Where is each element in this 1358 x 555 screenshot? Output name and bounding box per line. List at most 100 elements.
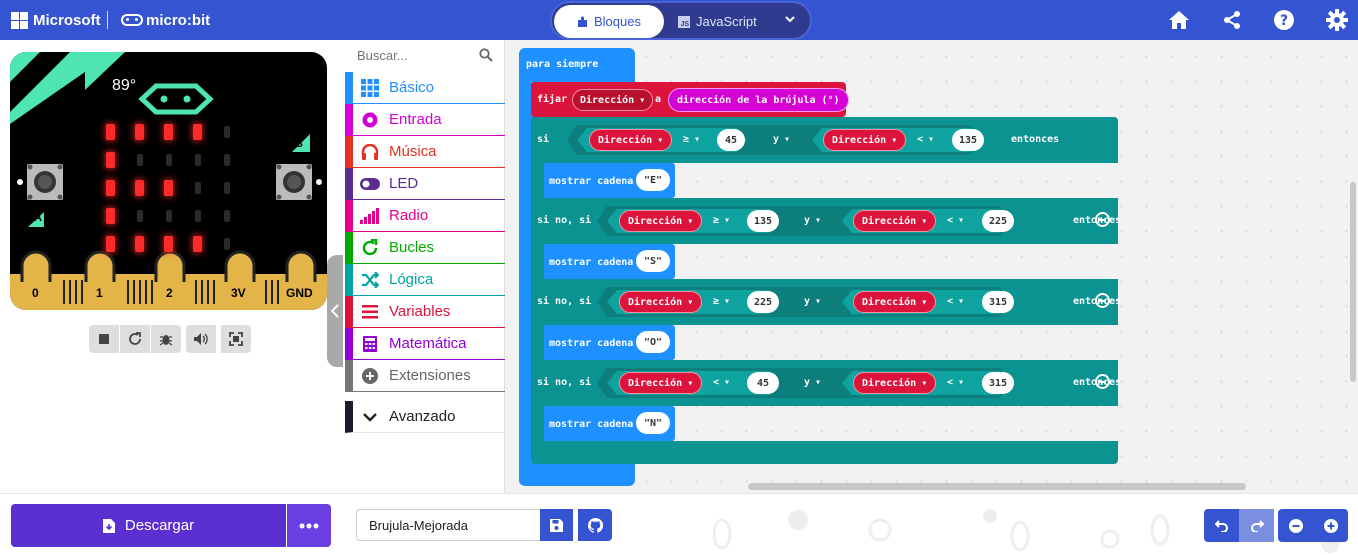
pin-3v-label[interactable]: 3V xyxy=(231,286,246,300)
variable-dropdown[interactable]: Dirección xyxy=(572,89,654,111)
and-dropdown[interactable]: y xyxy=(804,377,821,388)
category-extensions[interactable]: Extensiones xyxy=(345,360,505,392)
led-pixel xyxy=(195,154,201,166)
category-loops[interactable]: Bucles xyxy=(345,232,505,264)
operator-dropdown[interactable]: ≥ xyxy=(713,215,730,226)
input-icon xyxy=(360,110,380,130)
operator-dropdown[interactable]: < xyxy=(947,215,964,226)
led-pixel xyxy=(166,154,172,166)
search-icon[interactable] xyxy=(479,48,493,62)
collapse-simulator-button[interactable] xyxy=(327,255,343,367)
number-input[interactable]: 225 xyxy=(747,291,779,313)
variable-dropdown[interactable]: Dirección xyxy=(853,291,937,313)
microsoft-logo[interactable]: Microsoft xyxy=(11,0,101,40)
settings-icon[interactable] xyxy=(1325,8,1349,32)
variable-dropdown[interactable]: Dirección xyxy=(823,129,907,151)
compass-heading: 89° xyxy=(112,77,137,94)
pin-gnd-label[interactable]: GND xyxy=(286,286,313,300)
button-a-label[interactable]: A xyxy=(34,212,42,224)
led-pixel xyxy=(135,236,144,252)
variable-dropdown[interactable]: Dirección xyxy=(853,372,937,394)
sound-icon[interactable] xyxy=(186,325,216,353)
chevron-left-icon xyxy=(330,304,339,318)
tab-blocks[interactable]: Bloques xyxy=(554,5,664,38)
fullscreen-icon[interactable] xyxy=(221,325,251,353)
and-dropdown[interactable]: y xyxy=(804,215,821,226)
download-button[interactable]: Descargar xyxy=(11,504,286,547)
and-dropdown[interactable]: y xyxy=(804,296,821,307)
stop-icon[interactable] xyxy=(89,325,119,353)
operator-dropdown[interactable]: ≥ xyxy=(683,134,700,145)
more-options-button[interactable] xyxy=(287,504,331,547)
number-input[interactable]: 45 xyxy=(717,129,745,151)
number-input[interactable]: 135 xyxy=(952,129,984,151)
and-dropdown[interactable]: y xyxy=(773,134,790,145)
number-input[interactable]: 135 xyxy=(747,210,779,232)
led-pixel xyxy=(166,210,172,222)
string-input[interactable]: "E" xyxy=(636,169,671,191)
operator-dropdown[interactable]: ≥ xyxy=(713,296,730,307)
zoom-out-button[interactable] xyxy=(1278,509,1313,542)
help-icon[interactable]: ? xyxy=(1272,8,1296,32)
pin-1-label[interactable]: 1 xyxy=(96,286,103,300)
operator-dropdown[interactable]: < xyxy=(947,296,964,307)
remove-branch-icon[interactable] xyxy=(1095,212,1110,227)
pin-2-label[interactable]: 2 xyxy=(166,286,173,300)
restart-icon[interactable] xyxy=(120,325,150,353)
variable-dropdown[interactable]: Dirección xyxy=(619,210,703,232)
pin-0-label[interactable]: 0 xyxy=(32,286,42,300)
string-input[interactable]: "N" xyxy=(636,412,671,434)
variable-dropdown[interactable]: Dirección xyxy=(853,210,937,232)
save-button[interactable] xyxy=(540,509,573,541)
compass-heading-block[interactable]: dirección de la brújula (°) xyxy=(668,88,849,112)
led-pixel xyxy=(195,210,201,222)
category-radio[interactable]: Radio xyxy=(345,200,505,232)
zoom-in-button[interactable] xyxy=(1313,509,1348,542)
string-input[interactable]: "O" xyxy=(636,331,671,353)
redo-button[interactable] xyxy=(1239,509,1274,542)
led-pixel xyxy=(135,180,144,196)
category-math[interactable]: Matemática xyxy=(345,328,505,360)
refresh-icon xyxy=(360,238,380,258)
category-logic[interactable]: Lógica xyxy=(345,264,505,296)
project-name-input[interactable] xyxy=(356,509,541,541)
category-music[interactable]: Música xyxy=(345,136,505,168)
string-input[interactable]: "S" xyxy=(636,250,671,272)
undo-button[interactable] xyxy=(1204,509,1239,542)
category-input[interactable]: Entrada xyxy=(345,104,505,136)
microbit-logo[interactable]: micro:bit xyxy=(121,0,210,40)
number-input[interactable]: 225 xyxy=(982,210,1014,232)
debug-icon[interactable] xyxy=(151,325,181,353)
category-variables[interactable]: Variables xyxy=(345,296,505,328)
remove-branch-icon[interactable] xyxy=(1095,374,1110,389)
operator-dropdown[interactable]: < xyxy=(917,134,934,145)
variable-dropdown[interactable]: Dirección xyxy=(619,291,703,313)
category-label: Música xyxy=(389,143,437,160)
toolbox: Básico Entrada Música LED Radio Bucles L… xyxy=(343,40,505,493)
horizontal-scrollbar[interactable] xyxy=(748,483,1246,490)
tab-javascript[interactable]: JS JavaScript xyxy=(678,5,757,38)
operator-dropdown[interactable]: < xyxy=(713,377,730,388)
vertical-scrollbar[interactable] xyxy=(1350,182,1356,382)
chevron-down-icon[interactable] xyxy=(784,13,796,25)
category-basic[interactable]: Básico xyxy=(345,72,505,104)
number-input[interactable]: 315 xyxy=(982,291,1014,313)
share-icon[interactable] xyxy=(1220,8,1244,32)
variable-dropdown[interactable]: Dirección xyxy=(619,372,703,394)
led-pixel xyxy=(106,208,115,224)
number-input[interactable]: 315 xyxy=(982,372,1014,394)
button-b-label[interactable]: B xyxy=(295,138,303,150)
chevron-down-icon xyxy=(360,407,380,427)
remove-branch-icon[interactable] xyxy=(1095,293,1110,308)
number-input[interactable]: 45 xyxy=(747,372,779,394)
redo-icon xyxy=(1250,519,1264,532)
led-pixel xyxy=(193,124,202,140)
home-icon[interactable] xyxy=(1167,8,1191,32)
category-advanced[interactable]: Avanzado xyxy=(345,401,505,433)
variable-dropdown[interactable]: Dirección xyxy=(589,129,673,151)
github-button[interactable] xyxy=(578,509,612,541)
blocks-workspace[interactable]: para siempre fijar Dirección a dirección… xyxy=(505,40,1358,493)
category-led[interactable]: LED xyxy=(345,168,505,200)
search-input[interactable] xyxy=(357,47,477,63)
operator-dropdown[interactable]: < xyxy=(947,377,964,388)
